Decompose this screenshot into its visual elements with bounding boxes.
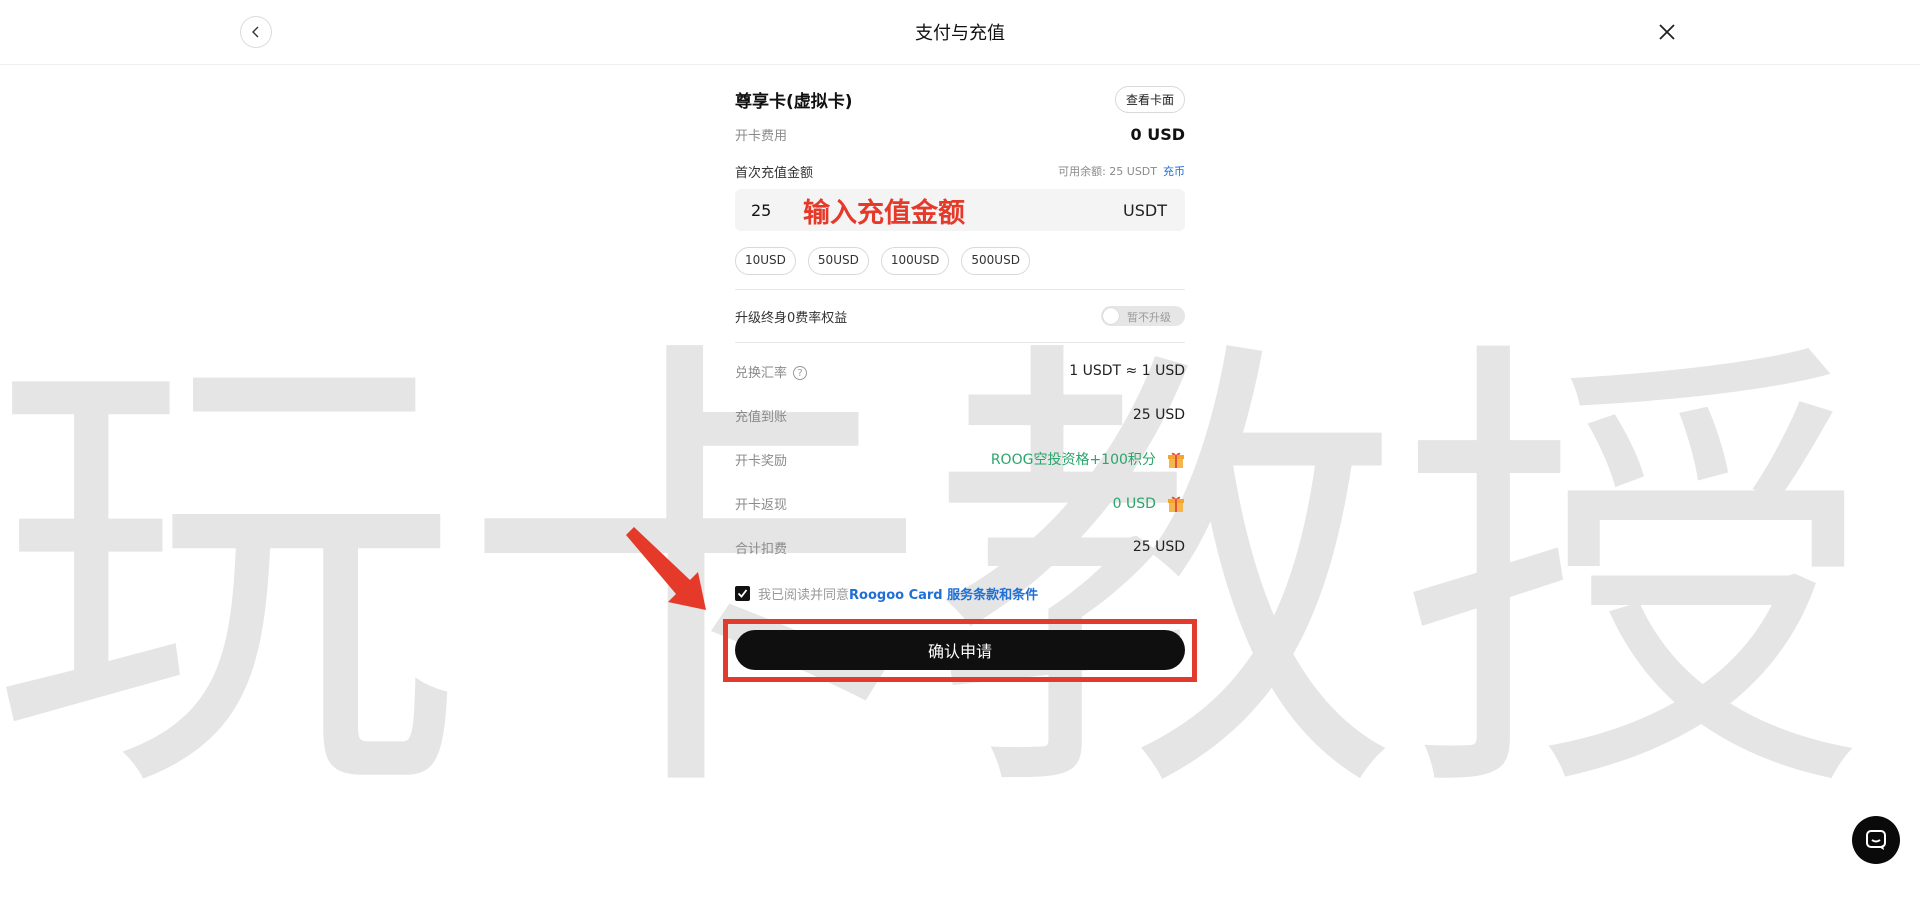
- cashback-label: 开卡返现: [735, 497, 788, 513]
- payment-panel: 尊享卡(虚拟卡) 查看卡面 开卡费用 0 USD 首次充值金额 可用余额: 25…: [735, 65, 1185, 605]
- cashback-value-group: 0 USD: [1113, 493, 1185, 513]
- credited-value: 25 USD: [1132, 407, 1185, 423]
- recharge-link[interactable]: 充币: [1163, 165, 1185, 178]
- top-bar: 支付与充值: [0, 0, 1920, 65]
- preset-500[interactable]: 500USD: [961, 247, 1030, 275]
- card-fee-value: 0 USD: [1130, 124, 1186, 144]
- close-button[interactable]: [1652, 17, 1682, 47]
- reward-label: 开卡奖励: [735, 453, 788, 469]
- reward-row: 开卡奖励 ROOG空投资格+100积分: [735, 437, 1185, 481]
- toggle-label: 暂不升级: [1127, 311, 1171, 324]
- rate-row: 兑换汇率? 1 USDT ≈ 1 USD: [735, 349, 1185, 393]
- agree-checkbox[interactable]: [735, 585, 750, 601]
- total-value: 25 USD: [1132, 539, 1185, 555]
- credited-label: 充值到账: [735, 409, 788, 425]
- preset-100[interactable]: 100USD: [880, 247, 950, 275]
- amount-unit: USDT: [1123, 200, 1167, 220]
- rate-label-text: 兑换汇率: [735, 365, 788, 381]
- topup-label: 首次充值金额: [735, 165, 814, 181]
- total-row: 合计扣费 25 USD: [735, 525, 1185, 569]
- close-icon: [1659, 24, 1675, 40]
- agreement-row: 我已阅读并同意 Roogoo Card 服务条款和条件: [735, 581, 1185, 605]
- arrow-annotation: [626, 527, 706, 610]
- total-label: 合计扣费: [735, 541, 788, 557]
- cashback-row: 开卡返现 0 USD: [735, 481, 1185, 525]
- balance-info: 可用余额: 25 USDT 充币: [1058, 163, 1185, 179]
- upgrade-row: 升级终身0费率权益 暂不升级: [735, 290, 1185, 342]
- gift-icon: [1168, 496, 1184, 512]
- rate-value: 1 USDT ≈ 1 USD: [1069, 363, 1185, 379]
- card-name: 尊享卡(虚拟卡): [735, 91, 853, 112]
- amount-field[interactable]: 输入充值金额 USDT: [735, 189, 1185, 231]
- card-fee-row: 开卡费用 0 USD: [735, 121, 1185, 147]
- topup-header: 首次充值金额 可用余额: 25 USDT 充币: [735, 157, 1185, 185]
- preset-amounts: 10USD 50USD 100USD 500USD: [735, 247, 1185, 275]
- gift-icon: [1168, 452, 1184, 468]
- preset-50[interactable]: 50USD: [807, 247, 869, 275]
- question-circle-icon[interactable]: ?: [793, 366, 808, 380]
- view-card-button[interactable]: 查看卡面: [1114, 85, 1185, 113]
- reward-value: ROOG空投资格+100积分: [990, 452, 1156, 468]
- agreement-prefix: 我已阅读并同意: [758, 587, 850, 603]
- amount-input[interactable]: [751, 200, 791, 220]
- cashback-value: 0 USD: [1112, 496, 1156, 513]
- check-icon: [737, 588, 748, 598]
- balance-text: 可用余额: 25 USDT: [1058, 165, 1157, 178]
- chat-button[interactable]: [1852, 816, 1900, 864]
- preset-10[interactable]: 10USD: [735, 247, 796, 275]
- rate-label: 兑换汇率?: [735, 362, 808, 381]
- chat-icon: [1866, 830, 1886, 850]
- upgrade-toggle[interactable]: 暂不升级: [1101, 306, 1185, 326]
- credited-row: 充值到账 25 USD: [735, 393, 1185, 437]
- reward-value-group: ROOG空投资格+100积分: [991, 449, 1185, 469]
- card-fee-label: 开卡费用: [735, 128, 788, 144]
- confirm-button[interactable]: 确认申请: [735, 630, 1185, 670]
- toggle-knob: [1103, 308, 1119, 324]
- terms-link[interactable]: Roogoo Card 服务条款和条件: [849, 584, 1038, 603]
- upgrade-label: 升级终身0费率权益: [735, 310, 848, 326]
- card-header: 尊享卡(虚拟卡) 查看卡面: [735, 77, 1185, 121]
- amount-hint-annotation: 输入充值金额: [803, 197, 965, 229]
- page-title: 支付与充值: [915, 23, 1005, 44]
